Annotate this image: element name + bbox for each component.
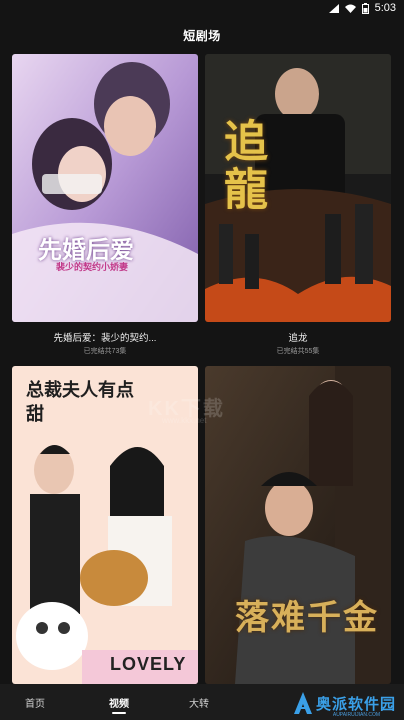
page-title: 短剧场 bbox=[183, 28, 221, 43]
logo-text: 奥派软件园 bbox=[315, 695, 396, 713]
episode-count: 已完结共55集 bbox=[276, 348, 320, 355]
episode-count: 已完结共73集 bbox=[83, 348, 127, 355]
poster-title: 追龍 bbox=[217, 118, 266, 214]
status-icons bbox=[328, 2, 369, 14]
tab-more[interactable]: 大转 bbox=[164, 695, 234, 710]
logo-icon bbox=[293, 692, 312, 714]
wifi-icon bbox=[344, 4, 356, 13]
drama-poster[interactable]: 先婚后爱 裴少的契约小娇妻 bbox=[12, 54, 198, 322]
poster-title: 总裁夫人有点甜 bbox=[26, 380, 134, 425]
poster-title: 落难千金 bbox=[235, 599, 379, 637]
drama-title[interactable]: 先婚后爱：裴少的契约... bbox=[12, 330, 198, 344]
poster-art bbox=[12, 54, 198, 322]
poster-tag: LOVELY bbox=[110, 654, 187, 674]
drama-title[interactable]: 追龙 bbox=[205, 330, 391, 344]
poster-subtitle: 裴少的契约小娇妻 bbox=[56, 262, 129, 272]
watermark-logo: 奥派软件园 bbox=[293, 692, 396, 714]
status-bar: 5:03 bbox=[0, 0, 404, 16]
clock: 5:03 bbox=[374, 2, 396, 14]
tab-video[interactable]: 视频 bbox=[84, 695, 154, 714]
signal-icon bbox=[328, 3, 339, 13]
drama-poster[interactable]: 追龍 bbox=[205, 54, 391, 322]
drama-grid: 先婚后爱 裴少的契约小娇妻 先婚后爱：裴少的契约... 已完结共73集 追龍 追… bbox=[0, 54, 404, 684]
logo-url: AUPAIRUIJIAN.COM bbox=[332, 712, 380, 718]
drama-poster[interactable]: 落难千金 bbox=[205, 366, 391, 684]
watermark-url: www.kkx.net bbox=[162, 416, 207, 425]
battery-icon bbox=[361, 2, 369, 14]
tab-home[interactable]: 首页 bbox=[0, 695, 70, 710]
